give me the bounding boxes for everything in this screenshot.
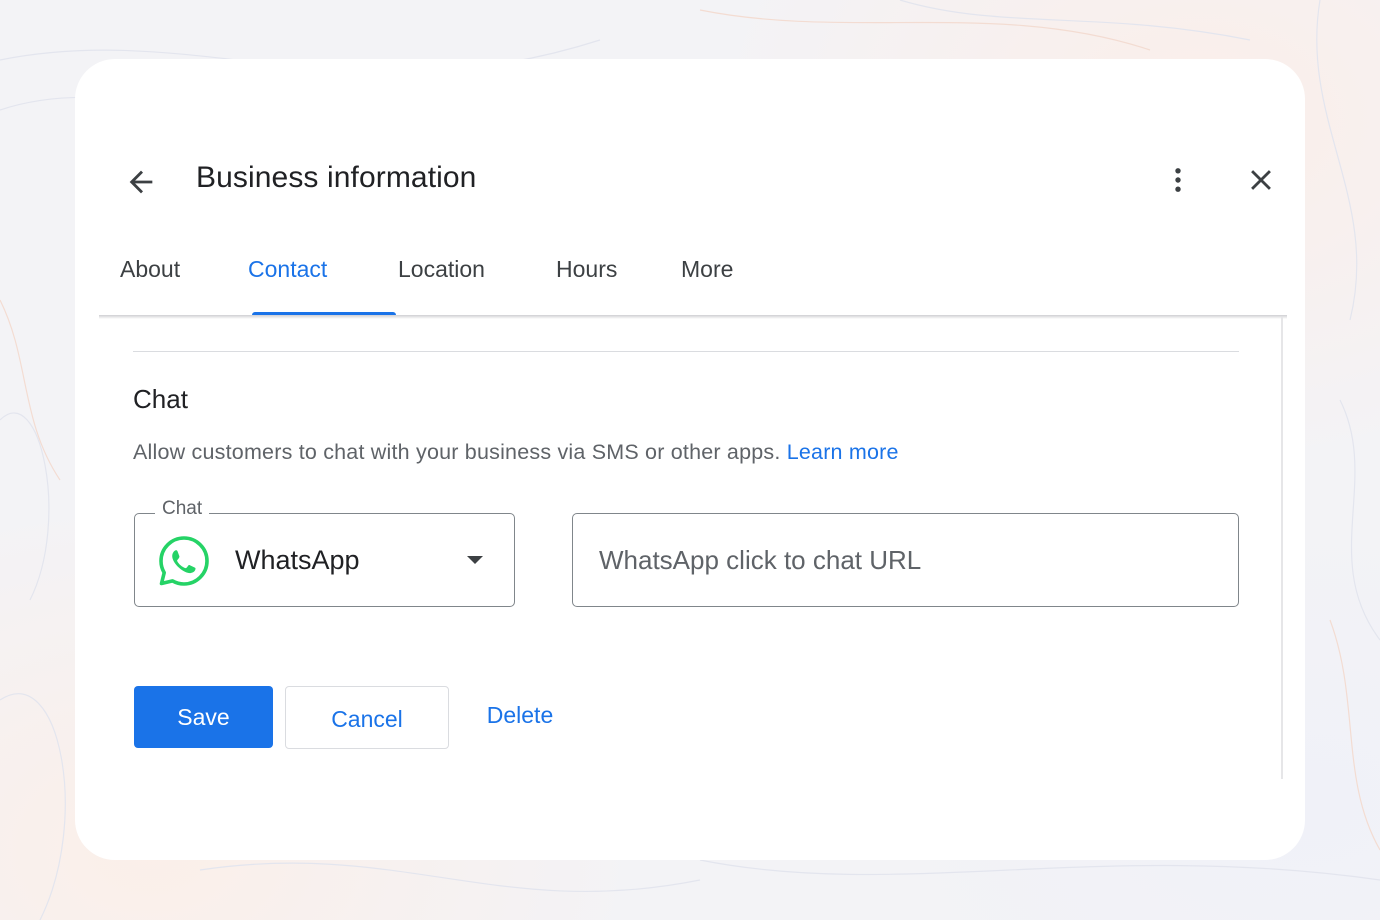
- tab-label: Hours: [556, 256, 618, 282]
- tab-contact[interactable]: Contact: [248, 245, 398, 315]
- select-floating-label: Chat: [155, 498, 210, 520]
- scroll-area-edge: [1281, 317, 1283, 779]
- dialog-title: Business information: [196, 161, 477, 194]
- description-text: Allow customers to chat with your busine…: [133, 440, 781, 464]
- more-options-button[interactable]: [1158, 160, 1198, 200]
- cancel-button[interactable]: Cancel: [285, 686, 449, 749]
- tab-location[interactable]: Location: [398, 245, 556, 315]
- dialog-header: Business information About Contact Locat…: [75, 59, 1305, 315]
- delete-button[interactable]: Delete: [470, 686, 570, 744]
- tab-bar: About Contact Location Hours More: [120, 245, 771, 315]
- tab-about[interactable]: About: [120, 245, 248, 315]
- chat-url-input[interactable]: [572, 513, 1239, 607]
- tab-label: Contact: [248, 256, 328, 282]
- learn-more-link[interactable]: Learn more: [787, 440, 899, 464]
- more-vert-icon: [1175, 168, 1181, 192]
- back-button[interactable]: [121, 162, 161, 202]
- business-info-dialog: Business information About Contact Locat…: [75, 59, 1305, 860]
- tab-label: Location: [398, 256, 485, 282]
- close-button[interactable]: [1241, 160, 1281, 200]
- dropdown-arrow-icon: [467, 556, 483, 564]
- arrow-back-icon: [129, 170, 153, 194]
- tab-label: More: [681, 256, 734, 282]
- section-divider: [133, 351, 1239, 352]
- header-shadow: [99, 315, 1287, 319]
- close-icon: [1251, 170, 1271, 190]
- save-button[interactable]: Save: [134, 686, 273, 748]
- chat-section-title: Chat: [133, 384, 188, 414]
- chat-section-description: Allow customers to chat with your busine…: [133, 440, 899, 465]
- tab-label: About: [120, 256, 181, 282]
- whatsapp-icon: [159, 536, 209, 586]
- tab-more[interactable]: More: [681, 245, 771, 315]
- tab-hours[interactable]: Hours: [556, 245, 681, 315]
- chat-app-select[interactable]: Chat WhatsApp: [134, 498, 515, 607]
- select-value: WhatsApp: [235, 545, 360, 575]
